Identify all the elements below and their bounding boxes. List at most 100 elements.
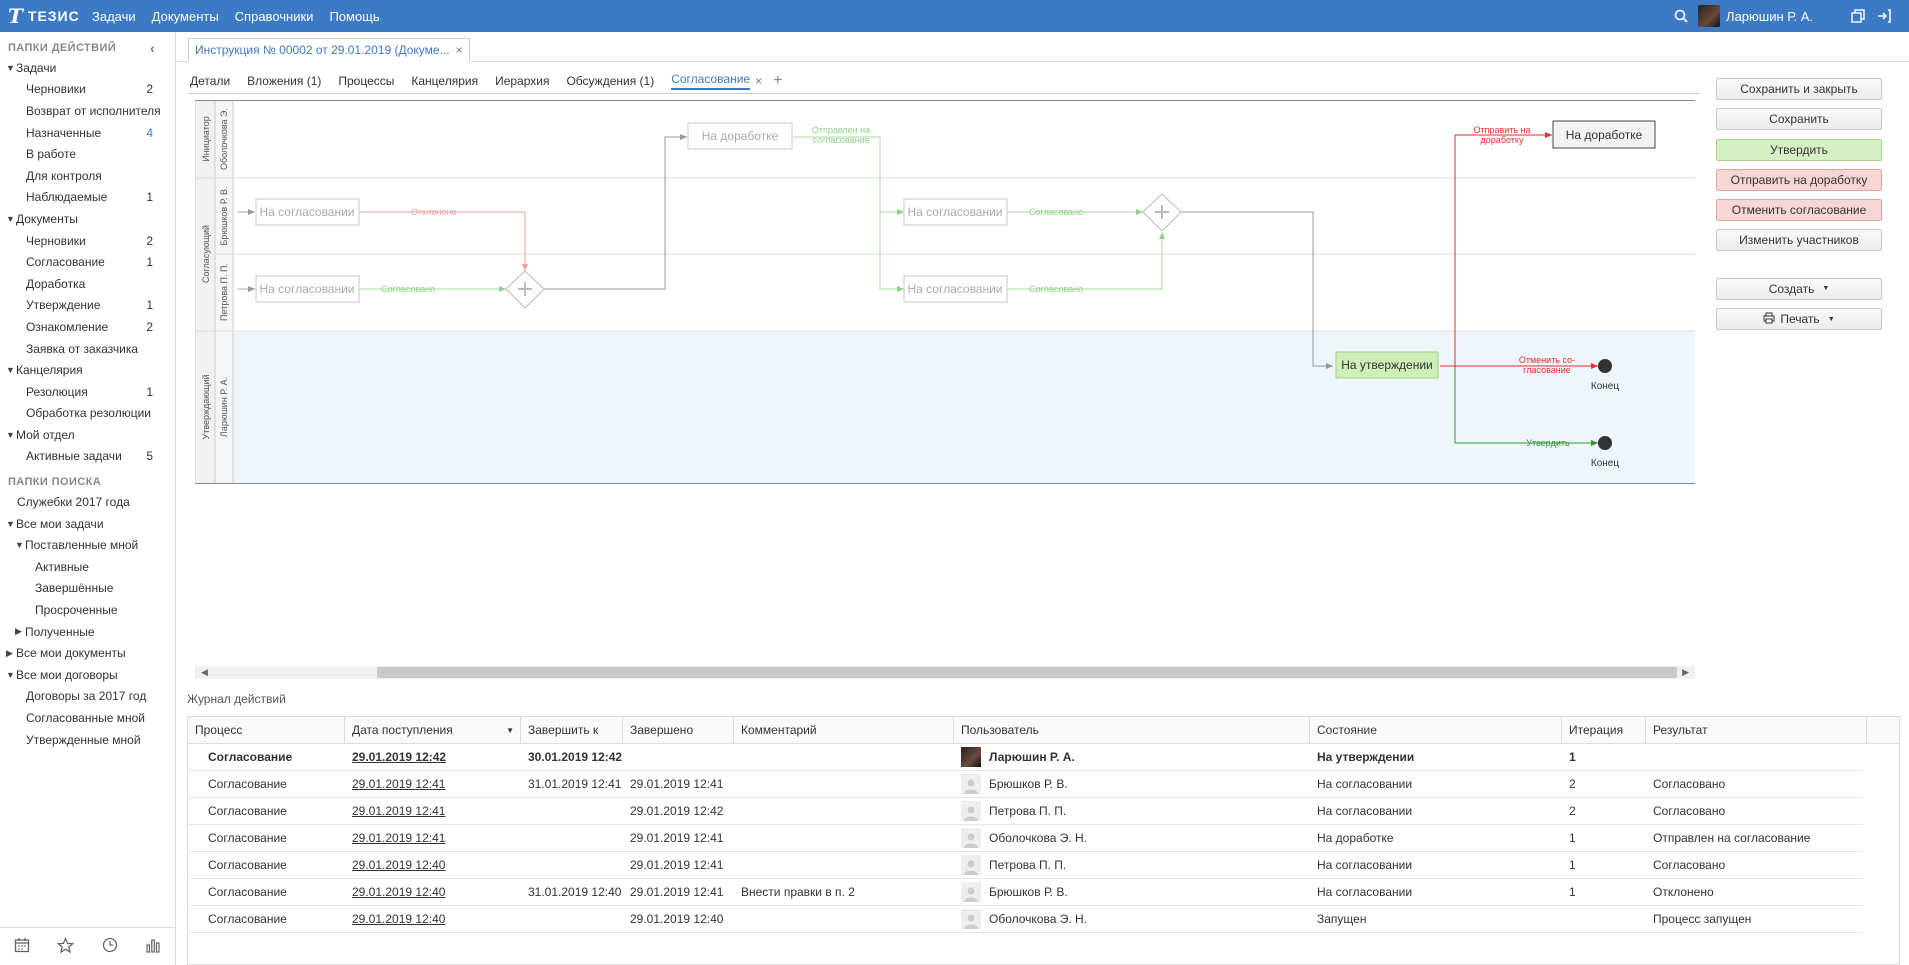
nav-item-0[interactable]: Задачи bbox=[92, 9, 136, 24]
sidebar-item[interactable]: Черновики 2 bbox=[0, 230, 175, 252]
subtab-2[interactable]: Процессы bbox=[338, 74, 394, 88]
new-window-icon[interactable] bbox=[1849, 7, 1867, 25]
sidebar-item[interactable]: ▼ Все мои задачи bbox=[0, 513, 175, 535]
nav-item-3[interactable]: Помощь bbox=[329, 9, 379, 24]
column-header[interactable]: Результат bbox=[1646, 717, 1867, 743]
sidebar-item[interactable]: ▼ Поставленные мной bbox=[0, 534, 175, 556]
sidebar-item[interactable]: Черновики 2 bbox=[0, 79, 175, 101]
scrollbar-thumb[interactable] bbox=[377, 667, 1677, 678]
column-header[interactable]: Процесс bbox=[188, 717, 345, 743]
action-button-3[interactable]: Отправить на доработку bbox=[1716, 168, 1882, 191]
column-header[interactable]: Дата поступления ▼ bbox=[345, 717, 521, 743]
sidebar-item[interactable]: Договоры за 2017 год bbox=[0, 686, 175, 708]
sidebar-item[interactable]: Обработка резолюции bbox=[0, 403, 175, 425]
table-row[interactable]: Согласование 29.01.2019 12:41 29.01.2019 1… bbox=[188, 798, 1863, 825]
sidebar-item[interactable]: Возврат от исполнителя bbox=[0, 100, 175, 122]
sidebar-item[interactable]: ▶ Полученные bbox=[0, 621, 175, 643]
task-agree-p2-label: На согласовании bbox=[907, 282, 1002, 296]
sidebar-item[interactable]: Активные bbox=[0, 556, 175, 578]
nav-item-2[interactable]: Справочники bbox=[235, 9, 314, 24]
sidebar-item[interactable]: Резолюция 1 bbox=[0, 381, 175, 403]
document-tab[interactable]: Инструкция № 00002 от 29.01.2019 (Докуме… bbox=[188, 38, 470, 62]
logout-icon[interactable] bbox=[1875, 7, 1893, 25]
subtab-0[interactable]: Детали bbox=[190, 74, 230, 88]
table-cell-date[interactable]: 29.01.2019 12:42 bbox=[345, 744, 521, 770]
add-tab-icon[interactable]: + bbox=[773, 72, 782, 90]
subtab-1[interactable]: Вложения (1) bbox=[247, 74, 321, 88]
column-header[interactable]: Комментарий bbox=[734, 717, 954, 743]
sidebar-item[interactable]: Заявка от заказчика bbox=[0, 338, 175, 360]
star-icon[interactable] bbox=[56, 936, 75, 957]
document-subtabs: Детали Вложения (1) Процессы Канцелярия Иера… bbox=[190, 70, 782, 92]
subtab-4[interactable]: Иерархия bbox=[495, 74, 549, 88]
sidebar-item[interactable]: ▼ Задачи bbox=[0, 57, 175, 79]
table-cell-date[interactable]: 29.01.2019 12:40 bbox=[345, 879, 521, 905]
sidebar-item[interactable]: Доработка bbox=[0, 273, 175, 295]
sidebar-item[interactable]: Просроченные bbox=[0, 599, 175, 621]
table-cell-date[interactable]: 29.01.2019 12:40 bbox=[345, 906, 521, 932]
search-icon[interactable] bbox=[1672, 7, 1690, 25]
sidebar-item[interactable]: ▼ Мой отдел bbox=[0, 424, 175, 446]
table-row[interactable]: Согласование 29.01.2019 12:42 30.01.2019 1… bbox=[188, 744, 1863, 771]
action-button-2[interactable]: Утвердить bbox=[1716, 138, 1882, 161]
bar-chart-icon[interactable] bbox=[145, 937, 161, 956]
table-row[interactable]: Согласование 29.01.2019 12:40 29.01.2019 1… bbox=[188, 906, 1863, 933]
sidebar-item[interactable]: Завершённые bbox=[0, 578, 175, 600]
sidebar-item-label: Документы bbox=[16, 211, 78, 226]
printer-icon bbox=[1763, 312, 1780, 326]
sidebar-item[interactable]: ▶ Все мои документы bbox=[0, 642, 175, 664]
sidebar-item[interactable]: Согласование 1 bbox=[0, 251, 175, 273]
table-row[interactable]: Согласование 29.01.2019 12:40 29.01.2019 1… bbox=[188, 852, 1863, 879]
sidebar-item[interactable]: ▼ Все мои договоры bbox=[0, 664, 175, 686]
nav-item-1[interactable]: Документы bbox=[152, 9, 219, 24]
sidebar-item[interactable]: Активные задачи 5 bbox=[0, 446, 175, 468]
table-cell-date[interactable]: 29.01.2019 12:41 bbox=[345, 771, 521, 797]
sidebar-item[interactable]: ▼ Канцелярия bbox=[0, 359, 175, 381]
sidebar-item[interactable]: Согласованные мной bbox=[0, 707, 175, 729]
sidebar-item[interactable]: Утверждение 1 bbox=[0, 295, 175, 317]
action-button-5[interactable]: Изменить участников bbox=[1716, 229, 1882, 252]
sidebar-item[interactable]: Для контроля bbox=[0, 165, 175, 187]
scroll-left-icon[interactable]: ◀ bbox=[201, 666, 208, 679]
column-header[interactable]: Состояние bbox=[1310, 717, 1562, 743]
document-tab-title[interactable]: Инструкция № 00002 от 29.01.2019 (Докуме… bbox=[195, 43, 450, 57]
app-logo[interactable]: T ТЕЗИС bbox=[0, 4, 92, 28]
sidebar-item[interactable]: Ознакомление 2 bbox=[0, 316, 175, 338]
table-cell-date[interactable]: 29.01.2019 12:40 bbox=[345, 852, 521, 878]
close-tab-icon[interactable]: × bbox=[456, 43, 463, 57]
table-row[interactable]: Согласование 29.01.2019 12:40 31.01.2019 1… bbox=[188, 879, 1863, 906]
table-row[interactable]: Согласование 29.01.2019 12:41 31.01.2019 1… bbox=[188, 771, 1863, 798]
column-header[interactable]: Завершено bbox=[623, 717, 734, 743]
column-header[interactable]: Завершить к bbox=[521, 717, 623, 743]
scroll-right-icon[interactable]: ▶ bbox=[1682, 666, 1689, 679]
column-header[interactable]: Пользователь bbox=[954, 717, 1310, 743]
sidebar-item[interactable]: ▼ Документы bbox=[0, 208, 175, 230]
clock-icon[interactable] bbox=[102, 937, 118, 956]
diagram-horizontal-scrollbar[interactable]: ◀ ▶ bbox=[195, 666, 1695, 679]
table-cell-iter: 1 bbox=[1562, 825, 1646, 851]
subtab-3[interactable]: Канцелярия bbox=[411, 74, 478, 88]
subtab-6[interactable]: Согласование bbox=[671, 72, 751, 90]
sort-desc-icon[interactable]: ▼ bbox=[506, 726, 514, 735]
sidebar-item[interactable]: Назначенные 4 bbox=[0, 122, 175, 144]
calendar-icon[interactable] bbox=[14, 937, 30, 956]
collapse-sidebar-icon[interactable]: ‹ bbox=[150, 40, 155, 56]
create-dropdown-button[interactable]: Создать ▼ bbox=[1716, 277, 1882, 300]
close-subtab-icon[interactable]: × bbox=[755, 74, 762, 88]
action-button-1[interactable]: Сохранить bbox=[1716, 108, 1882, 131]
user-avatar[interactable] bbox=[1698, 5, 1721, 27]
table-cell-date[interactable]: 29.01.2019 12:41 bbox=[345, 798, 521, 824]
sidebar-item[interactable]: Наблюдаемые 1 bbox=[0, 187, 175, 209]
action-button-0[interactable]: Сохранить и закрыть bbox=[1716, 78, 1882, 100]
subtab-5[interactable]: Обсуждения (1) bbox=[566, 74, 654, 88]
table-cell-date[interactable]: 29.01.2019 12:41 bbox=[345, 825, 521, 851]
table-row[interactable]: Согласование 29.01.2019 12:41 29.01.2019 1… bbox=[188, 825, 1863, 852]
column-header[interactable]: Итерация bbox=[1562, 717, 1646, 743]
user-name[interactable]: Ларюшин Р. А. bbox=[1726, 9, 1813, 24]
sidebar-item[interactable]: Служебки 2017 года bbox=[0, 491, 175, 513]
action-button-4[interactable]: Отменить согласование bbox=[1716, 199, 1882, 222]
print-dropdown-button[interactable]: Печать ▼ bbox=[1716, 308, 1882, 331]
action-button-label: Изменить участников bbox=[1739, 233, 1859, 248]
sidebar-item[interactable]: В работе bbox=[0, 143, 175, 165]
sidebar-item[interactable]: Утвержденные мной bbox=[0, 729, 175, 751]
